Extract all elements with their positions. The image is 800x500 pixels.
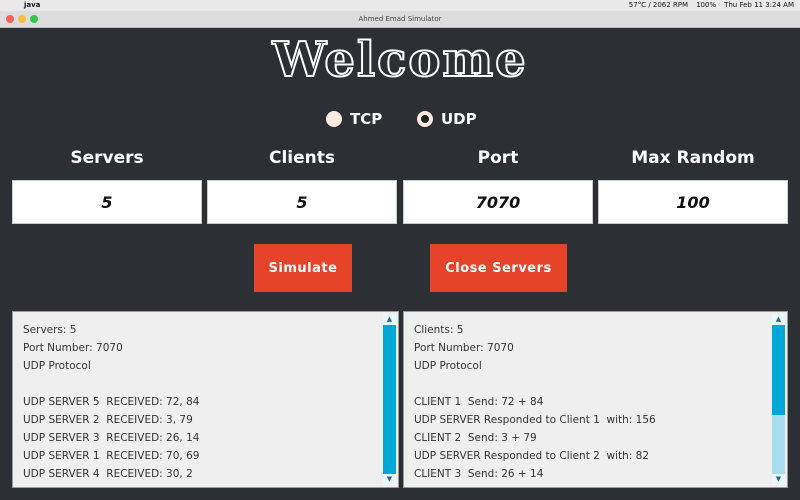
tcp-radio[interactable]: [326, 111, 342, 127]
udp-label: UDP: [441, 110, 477, 128]
tcp-label: TCP: [350, 110, 383, 128]
log-line: UDP SERVER Responded to Client 3 with: 4…: [414, 483, 765, 487]
simulate-button[interactable]: Simulate: [254, 244, 352, 292]
log-line: CLIENT 2 Send: 3 + 79: [414, 432, 537, 444]
minimize-window-button[interactable]: [18, 15, 26, 23]
udp-radio[interactable]: [417, 111, 433, 127]
log-line: UDP Protocol: [23, 360, 91, 372]
log-line: Servers: 5: [23, 324, 77, 336]
log-line: Clients: 5: [414, 324, 464, 336]
log-line: UDP SERVER 2 RECEIVED: 3, 79: [23, 414, 193, 426]
servers-label: Servers: [70, 148, 144, 168]
status-area: 57°C / 2062 RPM 100% Thu Feb 11 3:24 AM: [629, 0, 794, 11]
tcp-option[interactable]: TCP: [326, 108, 382, 130]
udp-option[interactable]: UDP: [417, 108, 477, 130]
log-line: UDP SERVER 1 RECEIVED: 70, 69: [23, 450, 200, 462]
servers-log-scrollbar[interactable]: ▲ ▼: [383, 314, 396, 485]
close-window-button[interactable]: [6, 15, 14, 23]
port-label: Port: [477, 148, 519, 168]
clients-log-scrollbar[interactable]: ▲ ▼: [772, 314, 785, 485]
log-line: UDP SERVER Responded to Client 1 with: 1…: [414, 414, 656, 426]
log-line: CLIENT 3 Send: 26 + 14: [414, 468, 544, 480]
zoom-window-button[interactable]: [30, 15, 38, 23]
scroll-down-icon[interactable]: ▼: [772, 474, 785, 485]
temperature-readout[interactable]: 57°C / 2062 RPM: [629, 0, 688, 11]
window-title: Ahmed Emad Simulator: [358, 15, 442, 23]
servers-log-text: Servers: 5 Port Number: 7070 UDP Protocol …: [23, 321, 376, 483]
clients-label: Clients: [268, 148, 335, 168]
servers-scroll-thumb[interactable]: [383, 325, 396, 474]
welcome-heading: Welcome: [271, 31, 528, 89]
log-line: Port Number: 7070: [23, 342, 123, 354]
log-line: UDP Protocol: [414, 360, 482, 372]
scroll-up-icon[interactable]: ▲: [772, 314, 785, 325]
log-line: UDP SERVER 4 RECEIVED: 30, 2: [23, 468, 193, 480]
servers-input[interactable]: [12, 180, 202, 224]
clock[interactable]: Thu Feb 11 3:24 AM: [724, 0, 794, 11]
app-menu-java[interactable]: java: [24, 0, 40, 11]
log-line: CLIENT 1 Send: 72 + 84: [414, 396, 544, 408]
menu-bar: java 57°C / 2062 RPM 100% Thu Feb 11 3:2…: [0, 0, 800, 11]
port-input[interactable]: [403, 180, 593, 224]
log-line: Port Number: 7070: [414, 342, 514, 354]
clients-log-text: Clients: 5 Port Number: 7070 UDP Protocol …: [414, 321, 765, 487]
log-line: UDP SERVER 5 RECEIVED: 72, 84: [23, 396, 200, 408]
window-titlebar: Ahmed Emad Simulator: [0, 11, 800, 28]
scroll-up-icon[interactable]: ▲: [383, 314, 396, 325]
max-random-input[interactable]: [598, 180, 788, 224]
log-line: UDP SERVER 3 RECEIVED: 26, 14: [23, 432, 200, 444]
clients-input[interactable]: [207, 180, 397, 224]
scroll-down-icon[interactable]: ▼: [383, 474, 396, 485]
servers-log-panel[interactable]: Servers: 5 Port Number: 7070 UDP Protocol …: [12, 311, 399, 488]
clients-scroll-thumb[interactable]: [772, 325, 785, 415]
max-random-label: Max Random: [631, 148, 755, 168]
clients-log-panel[interactable]: Clients: 5 Port Number: 7070 UDP Protocol …: [403, 311, 788, 488]
close-servers-button[interactable]: Close Servers: [430, 244, 567, 292]
battery-readout[interactable]: 100%: [696, 0, 716, 11]
log-line: UDP SERVER Responded to Client 2 with: 8…: [414, 450, 650, 462]
